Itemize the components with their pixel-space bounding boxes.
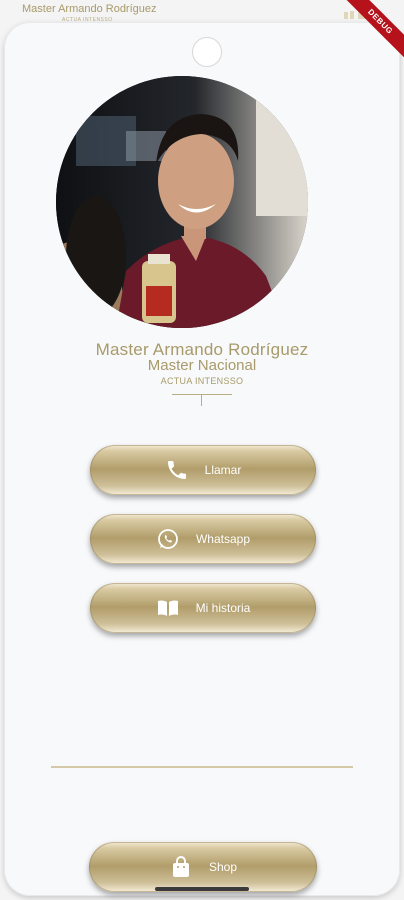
- shop-button-label: Shop: [208, 860, 238, 874]
- book-icon: [157, 600, 178, 616]
- shopping-bag-icon: [172, 856, 189, 877]
- my-story-button-label: Mi historia: [195, 601, 251, 615]
- section-divider: [51, 766, 353, 768]
- whatsapp-button-label: Whatsapp: [195, 532, 251, 546]
- title-divider: [172, 394, 232, 395]
- call-button[interactable]: Llamar: [90, 445, 316, 495]
- title-divider-tick: [201, 394, 202, 406]
- profile-avatar: [56, 76, 308, 328]
- whatsapp-icon: [158, 529, 178, 549]
- profile-title: Master Nacional: [147, 357, 257, 374]
- profile-company: ACTUA INTENSSO: [160, 376, 244, 386]
- my-story-button[interactable]: Mi historia: [90, 583, 316, 633]
- shop-button[interactable]: Shop: [89, 842, 317, 892]
- status-app-title: Master Armando Rodríguez: [22, 3, 157, 15]
- whatsapp-button[interactable]: Whatsapp: [90, 514, 316, 564]
- camera-notch: [192, 37, 222, 67]
- call-button-label: Llamar: [204, 463, 242, 477]
- home-indicator[interactable]: [155, 887, 249, 891]
- phone-icon: [167, 461, 186, 479]
- avatar-photo: [56, 76, 308, 328]
